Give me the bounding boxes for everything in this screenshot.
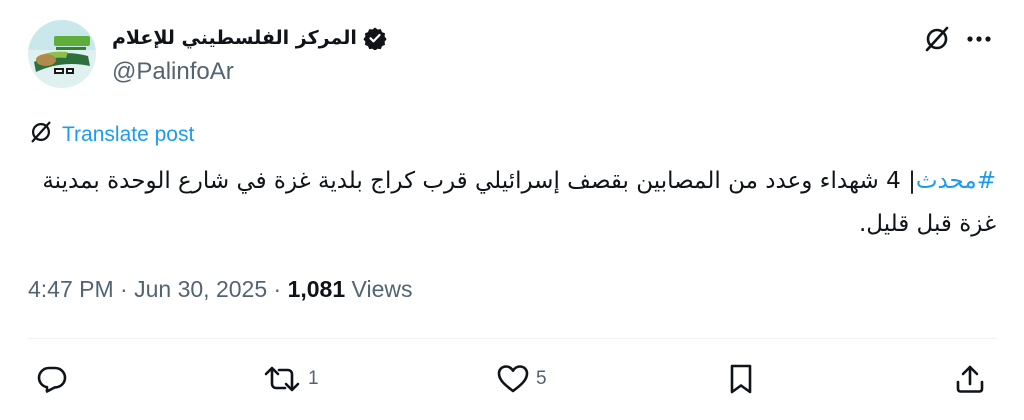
translate-post-link[interactable]: Translate post (28, 119, 194, 151)
views-count: 1,081 (287, 276, 346, 302)
translate-icon (28, 119, 54, 151)
share-button[interactable] (954, 361, 986, 397)
avatar[interactable] (28, 20, 96, 88)
author-handle[interactable]: @PalinfoAr (112, 58, 234, 86)
tweet-time[interactable]: 4:47 PM (28, 276, 114, 302)
reply-button[interactable] (36, 361, 74, 397)
hashtag-link[interactable]: #محدث (916, 168, 996, 194)
reply-icon (36, 363, 68, 395)
author-display-name[interactable]: المركز الفلسطيني للإعلام (112, 27, 357, 49)
meta-separator: · (273, 276, 282, 302)
verified-badge-icon (363, 26, 387, 51)
retweet-button[interactable]: 1 (262, 361, 319, 397)
tweet-body: | 4 شهداء وعدد من المصابين بقصف إسرائيلي… (42, 168, 996, 237)
views-label: Views (351, 276, 413, 302)
tweet-text: #محدث| 4 شهداء وعدد من المصابين بقصف إسر… (28, 160, 996, 246)
more-options-icon[interactable] (964, 24, 994, 54)
bookmark-button[interactable] (726, 361, 756, 397)
share-icon (954, 363, 986, 395)
like-count: 5 (536, 368, 547, 389)
meta-separator: · (120, 276, 128, 302)
bookmark-icon (726, 363, 756, 395)
like-button[interactable]: 5 (496, 361, 547, 397)
translate-post-label: Translate post (62, 123, 195, 146)
heart-icon (496, 363, 530, 395)
tweet-meta: 4:47 PM · Jun 30, 2025 · 1,081 Views (28, 276, 412, 303)
author-name-row[interactable]: المركز الفلسطيني للإعلام (112, 22, 387, 54)
palinfo-logo-icon (28, 20, 96, 88)
retweet-count: 1 (308, 368, 319, 389)
divider (28, 338, 996, 339)
grok-icon[interactable] (922, 24, 952, 54)
retweet-icon (262, 363, 302, 395)
tweet-date[interactable]: Jun 30, 2025 (134, 276, 267, 302)
